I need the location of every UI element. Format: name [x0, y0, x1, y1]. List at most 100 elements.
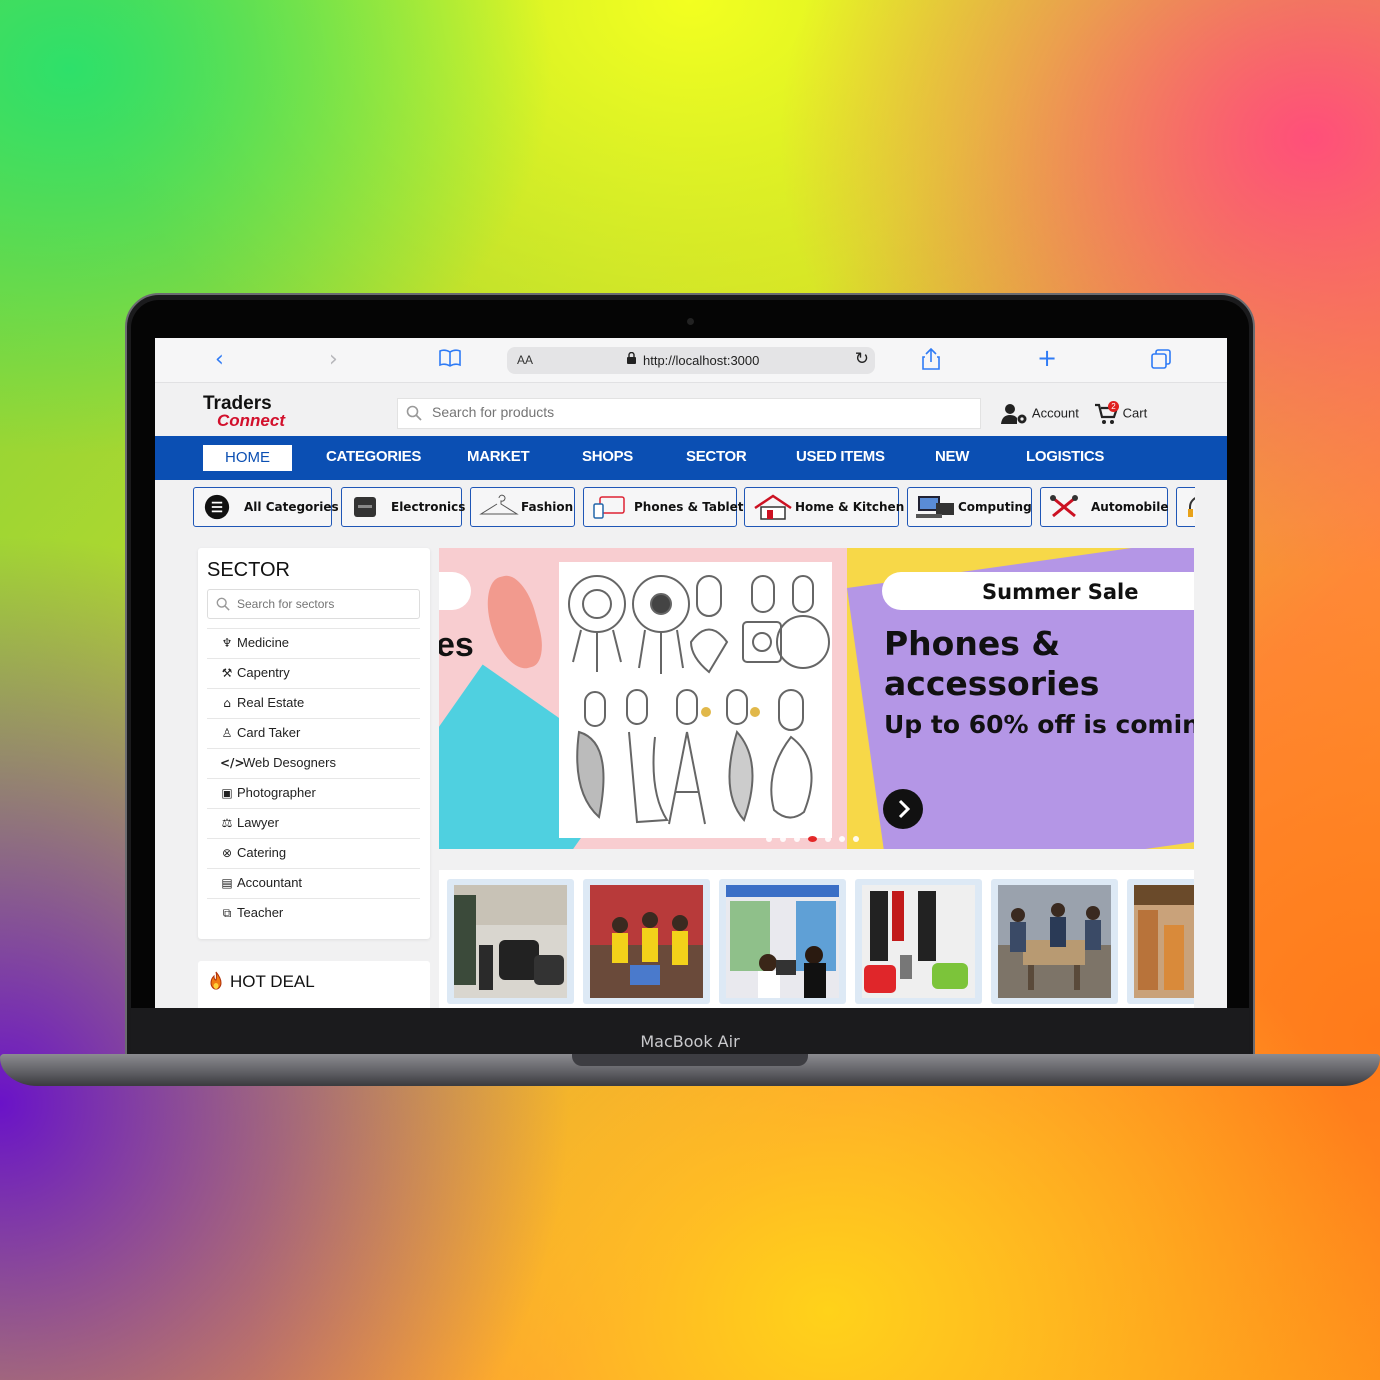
camera-icon: ▣ [221, 786, 233, 800]
chevron-right-icon [898, 799, 911, 819]
nav-new[interactable]: NEW [935, 448, 969, 465]
shop-card[interactable] [447, 879, 574, 1004]
cart-button[interactable]: 2 Cart [1095, 401, 1148, 425]
sector-item-label: Lawyer [237, 815, 279, 830]
nav-market[interactable]: MARKET [467, 448, 530, 465]
hot-deal-title: HOT DEAL [230, 972, 315, 991]
sector-item-catering[interactable]: ⊗ Catering [207, 838, 420, 868]
cart-label: Cart [1122, 405, 1148, 421]
category-label: Automobile [1091, 500, 1169, 514]
shop-card[interactable] [583, 879, 710, 1004]
category-fashion[interactable]: Fashion [470, 487, 575, 527]
shop-card[interactable] [1127, 879, 1194, 1004]
headphones-icon [1188, 497, 1195, 517]
banner-headline: Phones & accessories [884, 624, 1099, 704]
sector-item-accountant[interactable]: ▤ Accountant [207, 868, 420, 898]
sector-item-label: Medicine [237, 635, 290, 650]
gavel-icon: ⚖ [221, 816, 233, 830]
hanger-icon [479, 494, 519, 515]
sector-search-input[interactable] [237, 597, 412, 611]
search-input[interactable] [432, 404, 972, 420]
next-slide-button[interactable] [883, 789, 923, 829]
barber-shop-photo [862, 885, 975, 998]
traders-connect-logo[interactable]: Traders Connect [203, 394, 313, 429]
carousel-dot-active[interactable] [808, 836, 817, 842]
sector-item-label: Teacher [237, 905, 284, 920]
nav-categories[interactable]: CATEGORIES [326, 448, 421, 465]
tools-icon [1050, 495, 1078, 518]
sector-search[interactable] [207, 589, 420, 619]
tabs-icon[interactable] [1151, 349, 1171, 375]
sector-item-teacher[interactable]: ⧉ Teacher [207, 898, 420, 928]
category-computing[interactable]: Computing [907, 487, 1032, 527]
house-icon [754, 494, 792, 520]
category-more[interactable] [1176, 487, 1195, 527]
carousel-dot[interactable] [825, 836, 831, 842]
sector-item-real-estate[interactable]: ⌂ Real Estate [207, 688, 420, 718]
category-label: All Categories [244, 500, 339, 514]
carousel-dot[interactable] [794, 836, 800, 842]
account-label: Account [1031, 405, 1079, 421]
sector-item-lawyer[interactable]: ⚖ Lawyer [207, 808, 420, 838]
shop-card[interactable] [855, 879, 982, 1004]
share-icon[interactable] [922, 347, 940, 376]
banner-shape [439, 572, 471, 610]
main-nav: HOME CATEGORIES MARKET SHOPS SECTOR USED… [155, 436, 1227, 480]
nav-used-items[interactable]: USED ITEMS [796, 448, 885, 465]
sector-item-label: Real Estate [237, 695, 305, 710]
sector-item-label: Catering [237, 845, 287, 860]
nav-sector[interactable]: SECTOR [686, 448, 747, 465]
new-tab-icon[interactable]: + [1037, 346, 1057, 370]
category-label: Fashion [521, 500, 574, 514]
banner-headline-line1: Phones & [884, 624, 1061, 663]
sector-item-label: Capentry [237, 665, 290, 680]
category-electronics[interactable]: Electronics [341, 487, 465, 527]
banner-headline-line2: accessories [884, 664, 1100, 703]
screen: ‹ › AA http://localhost:3000 ↻ + Traders… [155, 338, 1227, 1008]
shop-people-photo [590, 885, 703, 998]
address-bar[interactable]: AA http://localhost:3000 ↻ [507, 347, 875, 374]
shop-card[interactable] [991, 879, 1118, 1004]
category-label: Phones & Tablet [634, 500, 744, 514]
devices-icon [593, 496, 625, 519]
banner-subline: Up to 60% off is coming! [884, 710, 1194, 739]
supermarket-photo [1134, 885, 1194, 998]
carousel-dot[interactable] [766, 836, 772, 842]
banner-right-slide: Summer Sale Phones & accessories Up to 6… [847, 548, 1194, 849]
product-search[interactable] [397, 398, 981, 429]
nav-home[interactable]: HOME [203, 445, 292, 471]
jewelry-product-image [559, 562, 832, 838]
browser-toolbar: ‹ › AA http://localhost:3000 ↻ + [155, 338, 1227, 383]
sector-item-medicine[interactable]: ♆ Medicine [207, 628, 420, 658]
bookmarks-icon[interactable] [439, 349, 461, 373]
account-button[interactable]: Account [1001, 403, 1079, 425]
carousel-dot[interactable] [780, 836, 786, 842]
sector-item-photographer[interactable]: ▣ Photographer [207, 778, 420, 808]
device-label: MacBook Air [640, 1032, 740, 1051]
category-all[interactable]: All Categories [193, 487, 339, 527]
code-icon: </> [220, 756, 245, 770]
sector-title: SECTOR [207, 559, 290, 581]
reload-icon[interactable]: ↻ [855, 349, 869, 369]
banner-left-slide: es [439, 548, 847, 849]
sector-item-web-designers[interactable]: </>Web Desogners [207, 748, 420, 778]
category-home-kitchen[interactable]: Home & Kitchen [744, 487, 904, 527]
carousel-dot[interactable] [853, 836, 859, 842]
category-phones-tablet[interactable]: Phones & Tablet [583, 487, 744, 527]
banner-shape [479, 570, 549, 675]
nav-shops[interactable]: SHOPS [582, 448, 633, 465]
sector-list: ♆ Medicine ⚒ Capentry ⌂ Real Estate ♙ Card T… [207, 628, 420, 928]
shop-card[interactable] [719, 879, 846, 1004]
forward-icon[interactable]: › [329, 348, 338, 372]
category-label: Computing [958, 500, 1032, 514]
category-automobile[interactable]: Automobile [1040, 487, 1169, 527]
promo-banner[interactable]: es Summer Sale Phones & accessories Up t… [439, 548, 1194, 849]
back-icon[interactable]: ‹ [215, 348, 224, 372]
reader-aa[interactable]: AA [517, 353, 533, 367]
sector-item-capentry[interactable]: ⚒ Capentry [207, 658, 420, 688]
sector-item-card-taker[interactable]: ♙ Card Taker [207, 718, 420, 748]
electronics-icon [354, 497, 376, 517]
nav-logistics[interactable]: LOGISTICS [1026, 448, 1104, 465]
carousel-dot[interactable] [839, 836, 845, 842]
category-bar: All Categories Electronics Fashion Phone… [187, 480, 1195, 534]
